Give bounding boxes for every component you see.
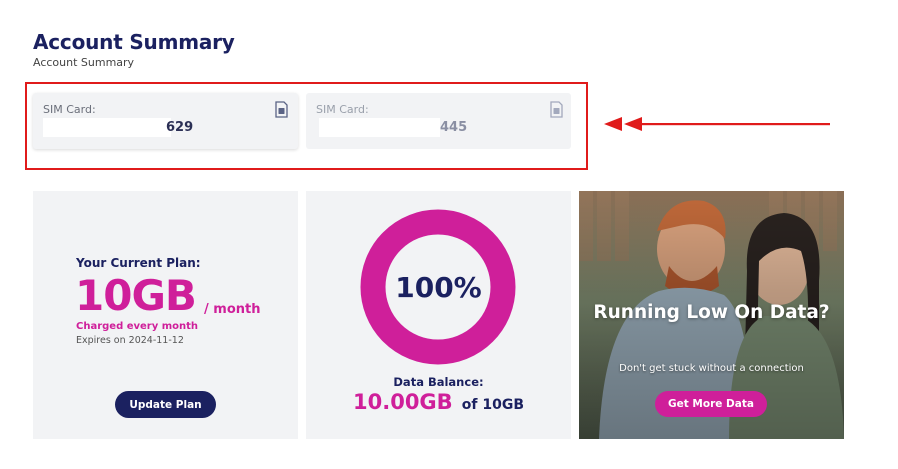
promo-banner: Running Low On Data? Don't get stuck wit… — [579, 191, 844, 439]
plan-charge-note: Charged every month — [76, 321, 199, 332]
get-more-data-button[interactable]: Get More Data — [655, 391, 767, 417]
promo-subtitle: Don't get stuck without a connection — [619, 363, 804, 374]
data-balance-percent: 100% — [395, 271, 482, 304]
promo-title: Running Low On Data? — [593, 302, 830, 323]
data-balance-card: 100% Data Balance: 10.00GB of 10GB — [306, 191, 571, 439]
data-balance-value: 10.00GB — [353, 390, 453, 414]
breadcrumb: Account Summary — [33, 56, 135, 69]
annotation-highlight-box — [25, 82, 588, 170]
annotation-arrow-icon — [604, 117, 830, 131]
plan-amount: 10GB — [75, 271, 197, 320]
data-balance-total: of 10GB — [461, 397, 524, 413]
data-balance-line: 10.00GB of 10GB — [306, 390, 571, 414]
current-plan-card: Your Current Plan: 10GB / month Charged … — [33, 191, 298, 439]
update-plan-button[interactable]: Update Plan — [115, 391, 216, 418]
plan-period: / month — [204, 302, 261, 317]
page-title: Account Summary — [33, 30, 235, 54]
plan-heading: Your Current Plan: — [76, 256, 201, 270]
plan-expiry: Expires on 2024-11-12 — [76, 335, 184, 346]
data-balance-label: Data Balance: — [393, 375, 484, 389]
